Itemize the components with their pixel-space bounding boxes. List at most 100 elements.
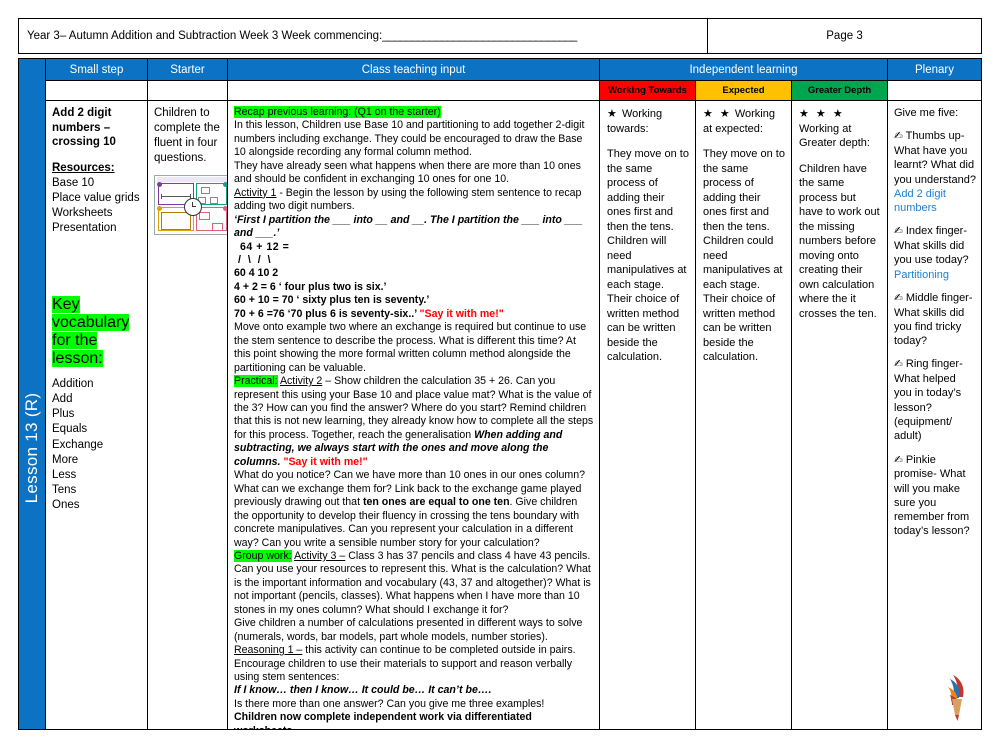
star-rating-icon: ★ ★ ★: [799, 108, 845, 120]
vocab-item: Tens: [52, 484, 77, 497]
page-number: Page 3: [826, 30, 863, 42]
plenary-item-text: Ring finger- What helped you in today’s …: [894, 358, 963, 443]
vocabulary-list: Addition Add Plus Equals Exchange More L…: [52, 377, 142, 514]
teaching-paragraph-1: In this lesson, Children use Base 10 and…: [234, 119, 585, 159]
lesson-spine-label: Lesson 13 (R): [22, 392, 41, 503]
partition-line-3: 70 + 6 =76 ‘70 plus 6 is seventy-six..’ …: [234, 308, 594, 321]
band-spacer-small-step: [46, 81, 148, 101]
group-work-label: Group work:: [234, 549, 292, 562]
resources-label: Resources:: [52, 162, 115, 175]
fluent-in-four-worksheet-thumbnail: [154, 174, 227, 235]
partition-line-3-text: 70 + 6 =76 ‘70 plus 6 is seventy-six..’: [234, 307, 417, 320]
clock-icon: [184, 197, 202, 216]
part-whole-right-box: [210, 196, 218, 204]
partition-branches: / \ / \: [238, 253, 273, 266]
greater-depth-heading: ★ ★ ★ Working at Greater depth:: [799, 107, 881, 151]
activity-3-label: Activity 3 –: [294, 549, 346, 562]
column-header-class-teaching-input: Class teaching input: [228, 59, 600, 81]
band-working-towards: Working Towards: [600, 81, 696, 101]
plenary-item-answer: Add 2 digit numbers: [894, 187, 946, 215]
say-it-with-me-1: "Say it with me!": [416, 307, 504, 320]
band-expected: Expected: [696, 81, 792, 101]
activity-1-label: Activity 1: [234, 186, 277, 199]
cell-working-towards: ★ Working towards: They move on to the s…: [600, 101, 696, 729]
vocab-item: Exchange: [52, 438, 104, 451]
lesson-plan-page: Year 3– Autumn Addition and Subtraction …: [0, 0, 1000, 750]
greater-depth-body: Children have the same process but have …: [799, 162, 880, 320]
reasoning-block: Reasoning 1 – this activity can continue…: [234, 644, 594, 684]
header-title-cell: Year 3– Autumn Addition and Subtraction …: [19, 19, 708, 53]
vocab-item: More: [52, 453, 79, 466]
table-body-row: Add 2 digit numbers – crossing 10 Resour…: [46, 101, 981, 729]
partition-parts: 60 4 10 2: [234, 267, 279, 280]
vocab-item: Less: [52, 468, 77, 481]
teaching-paragraph-4: What do you notice? Can we have more tha…: [234, 469, 594, 550]
vocab-item: Equals: [52, 423, 88, 436]
partition-line-2: 60 + 10 = 70 ‘ sixty plus ten is seventy…: [234, 294, 430, 307]
vocab-item: Plus: [52, 408, 75, 421]
table-header-row: Small step Starter Class teaching input …: [46, 59, 981, 81]
band-greater-depth: Greater Depth: [792, 81, 888, 101]
thumbnail-title-bar: [157, 176, 227, 182]
number-line-icon: [161, 193, 191, 199]
page-header-bar: Year 3– Autumn Addition and Subtraction …: [18, 18, 982, 54]
stem-sentence: ‘First I partition the ___ into __ and _…: [234, 213, 583, 240]
starter-text: Children to complete the fluent in four …: [154, 107, 220, 164]
practical-label: Practical:: [234, 375, 278, 388]
plenary-item-text: Middle finger- What skills did you find …: [894, 291, 973, 348]
working-towards-heading: ★ Working towards:: [607, 107, 689, 136]
working-towards-body: They move on to the same process of addi…: [607, 148, 689, 364]
hand-icon: ✍: [894, 291, 903, 304]
vocab-item: Addition: [52, 377, 94, 390]
table-grid: Small step Starter Class teaching input …: [46, 59, 981, 729]
plenary-item: ✍ Middle finger- What skills did you fin…: [894, 291, 976, 349]
cell-plenary: Give me five: ✍ Thumbs up- What have you…: [888, 101, 981, 729]
cell-greater-depth: ★ ★ ★ Working at Greater depth: Children…: [792, 101, 888, 729]
cell-small-step: Add 2 digit numbers – crossing 10 Resour…: [46, 101, 148, 729]
plenary-item-text: Pinkie promise- What will you make sure …: [894, 453, 970, 538]
star-rating-icon: ★ ★: [703, 108, 732, 120]
week-commencing-rule: _________________________________: [382, 30, 577, 42]
cell-starter: Children to complete the fluent in four …: [148, 101, 228, 729]
plenary-item: ✍ Pinkie promise- What will you make sur…: [894, 453, 976, 539]
lesson-spine: Lesson 13 (R): [19, 59, 46, 729]
cell-class-teaching-input: Recap previous learning: (Q1 on the star…: [228, 101, 600, 729]
vocab-item: Add: [52, 393, 73, 406]
hand-icon: ✍: [894, 130, 903, 143]
vocab-item: Ones: [52, 499, 80, 512]
key-vocabulary-heading: Key vocabulary for the lesson:: [52, 295, 142, 368]
teaching-paragraph-2: They have already seen what happens when…: [234, 159, 581, 186]
quadrant-marker-yellow-icon: [157, 205, 162, 211]
plenary-item: ✍ Thumbs up- What have you learnt? What …: [894, 129, 976, 215]
activity-1-text: - Begin the lesson by using the followin…: [234, 186, 582, 213]
teaching-paragraph-5: Give children a number of calculations p…: [234, 617, 583, 643]
plenary-item-text: Thumbs up- What have you learnt? What di…: [894, 130, 976, 186]
column-header-small-step: Small step: [46, 59, 148, 81]
band-spacer-starter: [148, 81, 228, 101]
teaching-paragraph-3: Move onto example two where an exchange …: [234, 321, 587, 374]
lesson-plan-table: Lesson 13 (R) Small step Starter Class t…: [18, 58, 982, 730]
resource-item: Place value grids: [52, 192, 140, 205]
column-header-starter: Starter: [148, 59, 228, 81]
band-spacer-class-teaching: [228, 81, 600, 101]
say-it-with-me-2: "Say it with me!": [280, 455, 368, 468]
recap-label: Recap previous learning: (Q1 on the star…: [234, 106, 441, 118]
plenary-item-answer: Partitioning: [894, 268, 950, 281]
activity-1-block: Activity 1 - Begin the lesson by using t…: [234, 187, 594, 214]
column-header-plenary: Plenary: [888, 59, 981, 81]
resource-item: Presentation: [52, 221, 117, 234]
hand-icon: ✍: [894, 225, 903, 238]
attainment-band-row: Working Towards Expected Greater Depth: [46, 81, 981, 101]
cell-expected: ★ ★ Working at expected: They move on to…: [696, 101, 792, 729]
page-title: Year 3– Autumn Addition and Subtraction …: [27, 30, 383, 42]
calculation-example: 64 + 12 =: [240, 240, 290, 253]
activity-2-block: Practical: Activity 2 – Show children th…: [234, 375, 594, 469]
thumbnail-table-icon: [161, 211, 191, 230]
key-vocab-label-line2: for the lesson:: [52, 331, 103, 367]
activity-2-label: Activity 2: [279, 375, 323, 388]
header-page-cell: Page 3: [708, 19, 981, 53]
resource-item: Base 10: [52, 177, 95, 190]
plenary-item-text: Index finger- What skills did you use to…: [894, 225, 969, 267]
star-rating-icon: ★: [607, 108, 619, 120]
resources-block: Resources: Base 10 Place value grids Wor…: [52, 161, 142, 236]
